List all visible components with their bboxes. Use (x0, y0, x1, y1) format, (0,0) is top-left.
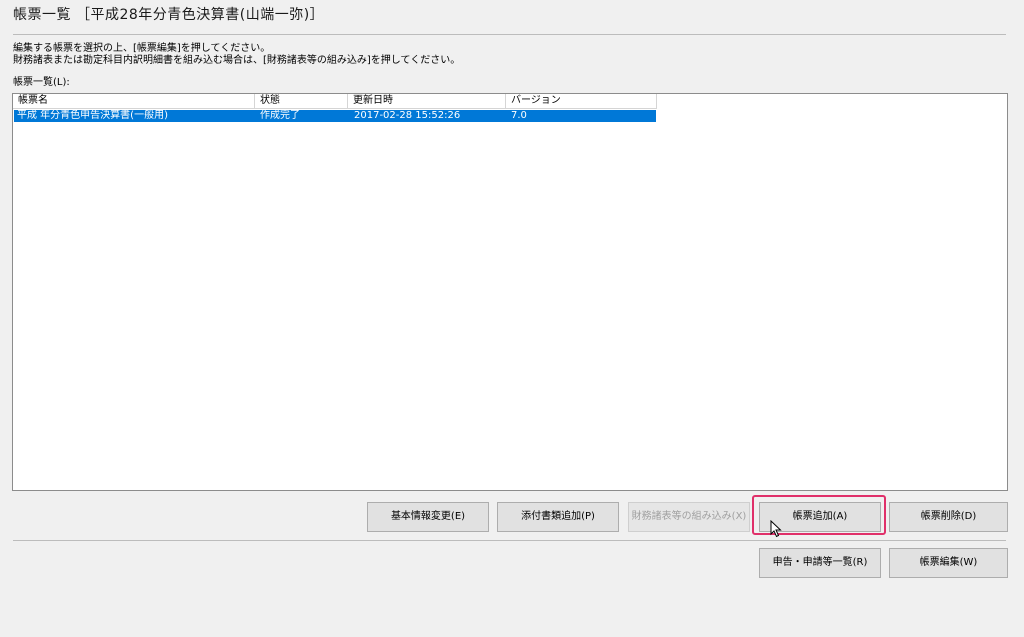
instruction-line-1: 編集する帳票を選択の上、[帳票編集]を押してください。 (13, 43, 271, 54)
cell-form-name: 平成 年分青色申告決算書(一般用) (17, 110, 168, 121)
list-header: 帳票名 状態 更新日時 バージョン (13, 94, 657, 109)
form-list-label: 帳票一覧(L): (13, 77, 70, 88)
declaration-list-button[interactable]: 申告・申請等一覧(R) (759, 548, 881, 578)
column-header-updated[interactable]: 更新日時 (348, 94, 506, 108)
instructions: 編集する帳票を選択の上、[帳票編集]を押してください。 財務諸表または勘定科目内… (13, 43, 460, 67)
window-title: 帳票一覧 ［平成28年分青色決算書(山端一弥)］ (13, 7, 325, 23)
cell-status: 作成完了 (260, 110, 300, 121)
basic-info-change-button[interactable]: 基本情報変更(E) (367, 502, 489, 532)
mouse-pointer-icon (770, 520, 782, 538)
column-header-version[interactable]: バージョン (506, 94, 656, 108)
title-divider (13, 34, 1006, 35)
edit-form-button[interactable]: 帳票編集(W) (889, 548, 1008, 578)
column-header-status[interactable]: 状態 (255, 94, 348, 108)
column-header-form-name[interactable]: 帳票名 (13, 94, 255, 108)
bottom-divider (13, 540, 1006, 541)
add-attachment-button[interactable]: 添付書類追加(P) (497, 502, 619, 532)
delete-form-button[interactable]: 帳票削除(D) (889, 502, 1008, 532)
cell-version: 7.0 (511, 110, 527, 121)
instruction-line-2: 財務諸表または勘定科目内訳明細書を組み込む場合は、[財務諸表等の組み込み]を押し… (13, 55, 461, 66)
form-list[interactable]: 帳票名 状態 更新日時 バージョン 平成 年分青色申告決算書(一般用) 作成完了… (12, 93, 1008, 491)
import-financial-statements-button[interactable]: 財務諸表等の組み込み(X) (628, 502, 750, 532)
list-row-selected[interactable]: 平成 年分青色申告決算書(一般用) 作成完了 2017-02-28 15:52:… (13, 109, 657, 123)
cell-updated: 2017-02-28 15:52:26 (354, 110, 461, 121)
